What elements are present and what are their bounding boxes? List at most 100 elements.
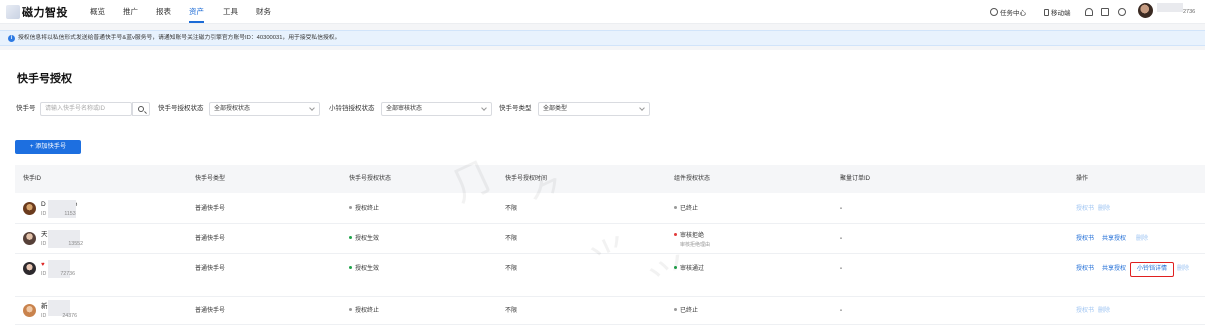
user-name-redacted: [1157, 3, 1183, 12]
auth-time: 不限: [505, 236, 518, 242]
nav-item-reports[interactable]: 报表: [156, 0, 171, 24]
component-status: 已终止: [674, 297, 698, 325]
nav-item-overview[interactable]: 概览: [90, 0, 105, 24]
account-name: 新: [41, 303, 48, 310]
component-status: 审核拒绝 审核拒绝理由: [674, 232, 710, 250]
avatar: [23, 202, 36, 215]
search-button[interactable]: [132, 102, 150, 116]
bell-icon: [1085, 8, 1093, 16]
nav-item-assets[interactable]: 资产: [189, 0, 204, 24]
account-id-tail: 13552: [68, 241, 84, 247]
account-id: ID 1153: [41, 210, 76, 218]
account-type-value: 全部类型: [543, 106, 568, 112]
add-account-button[interactable]: + 添加快手号: [15, 140, 81, 154]
heart-icon: ♥: [41, 262, 45, 268]
auth-status: 授权生效: [349, 255, 379, 284]
page-title: 快手号授权: [17, 73, 72, 85]
phone-icon: [1044, 8, 1049, 16]
table-row: De ID1153 普通快手号 授权终止 不限 已终止 - 授权书 删除: [15, 195, 1205, 224]
logo[interactable]: 磁力智投: [6, 3, 68, 21]
bell-status-select[interactable]: 全部审核状态: [381, 102, 492, 116]
status-dot: [349, 235, 352, 239]
component-status-text: 审核通过: [680, 266, 705, 272]
task-center-label: 任务中心: [1000, 10, 1026, 17]
highlight-box: [1130, 262, 1174, 277]
account-id-prefix: ID: [41, 313, 47, 319]
status-dot: [349, 307, 352, 311]
auth-status: 授权生效: [349, 225, 379, 254]
message-icon: [1101, 8, 1109, 16]
nav-item-assets-label: 资产: [189, 7, 204, 16]
filter-auth-status-label: 快手号授权状态: [158, 105, 204, 112]
logo-mark-icon: [6, 5, 20, 19]
filter-bell-status-label: 小铃铛授权状态: [329, 105, 375, 112]
info-notice: i 授权信息将以私信形式发送给普通快手号&蓝v服务号，请通知账号关注磁力引擎官方…: [0, 30, 1205, 46]
account-type: 普通快手号: [195, 206, 226, 212]
chevron-down-icon: [309, 105, 315, 111]
user-avatar[interactable]: [1138, 3, 1153, 18]
account-type: 普通快手号: [195, 266, 226, 272]
nav-item-tools[interactable]: 工具: [223, 0, 238, 24]
reject-reason[interactable]: 审核拒绝理由: [674, 241, 710, 250]
notification-bell-button[interactable]: [1085, 0, 1095, 24]
auth-status-select[interactable]: 全部授权状态: [209, 102, 320, 116]
mobile-label: 移动端: [1051, 10, 1071, 17]
auth-status: 授权终止: [349, 297, 379, 325]
authorization-letter-link[interactable]: 授权书: [1076, 225, 1094, 254]
auth-status: 授权终止: [349, 195, 379, 224]
status-dot: [674, 205, 677, 209]
order-id: -: [840, 308, 842, 314]
auth-status-text: 授权生效: [355, 266, 380, 272]
info-icon: i: [8, 35, 15, 42]
auth-status-value: 全部授权状态: [214, 106, 251, 112]
mobile-button[interactable]: 移动端: [1044, 0, 1071, 24]
authorization-letter-link[interactable]: 授权书: [1076, 255, 1094, 284]
order-id: -: [840, 266, 842, 272]
task-center-button[interactable]: 任务中心: [990, 0, 1026, 24]
authorization-letter-link[interactable]: 授权书: [1076, 195, 1094, 224]
share-auth-link[interactable]: 共享授权: [1102, 255, 1126, 284]
delete-link[interactable]: 删除: [1098, 297, 1110, 325]
col-order-id: 聚量订单ID: [840, 176, 871, 182]
table-header: 快手ID 快手号类型 快手号授权状态 快手号授权时间 组件授权状态 聚量订单ID…: [15, 165, 1205, 193]
delete-link[interactable]: 删除: [1177, 255, 1189, 284]
logo-text: 磁力智投: [22, 7, 68, 19]
plus-circle-icon: [990, 8, 998, 16]
status-dot: [674, 232, 677, 236]
account-id-tail: 24376: [62, 313, 78, 319]
account-type: 普通快手号: [195, 308, 226, 314]
account-id: ID 24376: [41, 312, 77, 320]
chevron-down-icon: [639, 105, 645, 111]
auth-status-text: 授权终止: [355, 308, 380, 314]
account-name: 天: [41, 231, 48, 238]
auth-time: 不限: [505, 266, 518, 272]
nav-item-finance[interactable]: 财务: [256, 0, 271, 24]
help-button[interactable]: [1118, 0, 1128, 24]
notice-text: 授权信息将以私信形式发送给普通快手号&蓝v服务号，请通知账号关注磁力引擎官方账号…: [18, 35, 341, 41]
component-status: 审核通过: [674, 255, 704, 284]
component-status-text: 已终止: [680, 308, 699, 314]
table-row: ♥5 ID72736 普通快手号 授权生效 不限 审核通过 - 授权书 共享授权…: [15, 255, 1205, 284]
status-dot: [349, 265, 352, 269]
filter-account-label: 快手号: [16, 105, 36, 112]
top-nav: 磁力智投 概览 推广 报表 资产 工具 财务 任务中心 移动端 2736: [0, 0, 1205, 24]
user-id-tail: 2736: [1183, 9, 1196, 15]
avatar: [23, 262, 36, 275]
search-icon: [138, 106, 144, 112]
account-id-prefix: ID: [41, 271, 47, 277]
message-button[interactable]: [1101, 0, 1111, 24]
account-id: ID 13552: [41, 240, 83, 248]
help-icon: [1118, 8, 1126, 16]
table-row: 天 ID 13552 普通快手号 授权生效 不限 审核拒绝 审核拒绝理由 - 授权…: [15, 225, 1205, 254]
col-auth-time: 快手号授权时间: [505, 176, 548, 182]
delete-link[interactable]: 删除: [1098, 195, 1110, 224]
status-dot: [674, 307, 677, 311]
delete-link[interactable]: 删除: [1136, 225, 1148, 254]
account-search-input[interactable]: 请输入快手号名称或ID: [40, 102, 132, 116]
chevron-down-icon: [481, 105, 487, 111]
authorization-letter-link[interactable]: 授权书: [1076, 297, 1094, 325]
account-type-select[interactable]: 全部类型: [538, 102, 650, 116]
share-auth-link[interactable]: 共享授权: [1102, 225, 1126, 254]
account-type: 普通快手号: [195, 236, 226, 242]
nav-item-promotion[interactable]: 推广: [123, 0, 138, 24]
